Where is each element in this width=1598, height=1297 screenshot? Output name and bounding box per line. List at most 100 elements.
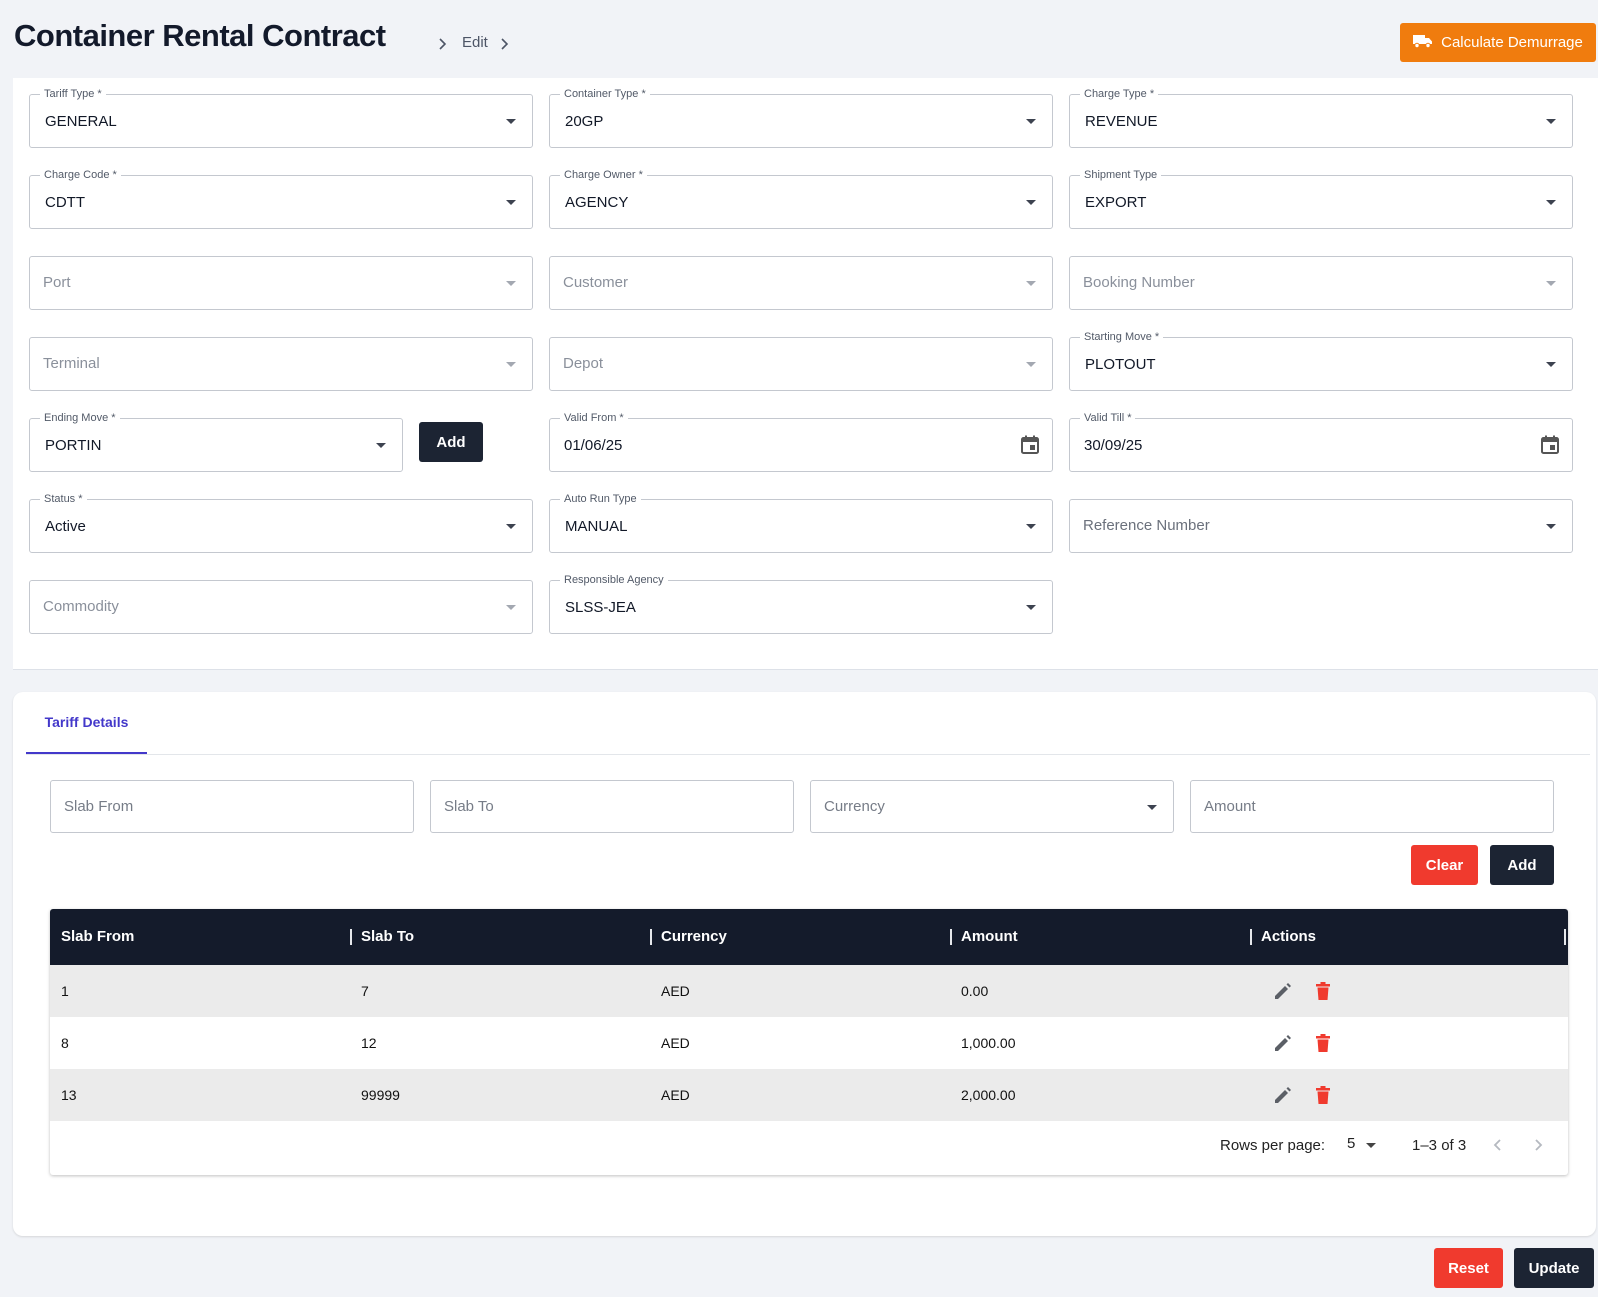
charge-type-select[interactable]: Charge Type * REVENUE: [1069, 86, 1573, 148]
field-label: Valid From *: [560, 410, 628, 426]
commodity-select[interactable]: Commodity: [29, 580, 533, 634]
calculate-demurrage-label: Calculate Demurrage: [1441, 34, 1583, 51]
container-type-select[interactable]: Container Type * 20GP: [549, 86, 1053, 148]
column-header-slab-from: Slab From: [61, 928, 135, 945]
field-placeholder: Currency: [824, 798, 885, 815]
reference-number-select[interactable]: Reference Number: [1069, 499, 1573, 553]
field-placeholder: Amount: [1204, 798, 1256, 815]
calendar-icon[interactable]: [1539, 434, 1561, 456]
dropdown-arrow-icon: [1026, 605, 1036, 610]
shipment-type-select[interactable]: Shipment Type EXPORT: [1069, 167, 1573, 229]
field-value: REVENUE: [1085, 113, 1158, 130]
column-separator[interactable]: [950, 929, 952, 945]
slab-to-input[interactable]: Slab To: [430, 780, 794, 833]
booking-number-select[interactable]: Booking Number: [1069, 256, 1573, 310]
dropdown-arrow-icon[interactable]: [1366, 1143, 1376, 1148]
edit-icon[interactable]: [1272, 1032, 1294, 1054]
field-placeholder: Slab To: [444, 798, 494, 815]
edit-icon[interactable]: [1272, 980, 1294, 1002]
dropdown-arrow-icon: [1546, 281, 1556, 286]
currency-select[interactable]: Currency: [810, 780, 1174, 833]
field-label: Shipment Type: [1080, 167, 1162, 183]
column-header-actions: Actions: [1261, 928, 1317, 945]
field-label: Charge Type *: [1080, 86, 1159, 102]
page-title: Container Rental Contract: [14, 18, 386, 53]
reset-button[interactable]: Reset: [1434, 1248, 1503, 1288]
column-header-slab-to: Slab To: [361, 928, 415, 945]
auto-run-type-select[interactable]: Auto Run Type MANUAL: [549, 491, 1053, 553]
delete-icon[interactable]: [1312, 1032, 1334, 1054]
column-separator[interactable]: [1250, 929, 1252, 945]
calendar-icon[interactable]: [1019, 434, 1041, 456]
cell-currency: AED: [661, 983, 690, 999]
dropdown-arrow-icon: [1026, 119, 1036, 124]
tariff-type-select[interactable]: Tariff Type * GENERAL: [29, 86, 533, 148]
field-value: GENERAL: [45, 113, 117, 130]
field-placeholder: Port: [43, 274, 71, 291]
ending-move-select[interactable]: Ending Move * PORTIN: [29, 410, 403, 472]
dropdown-arrow-icon: [1546, 200, 1556, 205]
column-separator[interactable]: [350, 929, 352, 945]
valid-from-date-input[interactable]: Valid From * 01/06/25: [549, 410, 1053, 472]
add-ending-move-button[interactable]: Add: [419, 422, 483, 462]
tab-divider: [26, 754, 1590, 755]
amount-input[interactable]: Amount: [1190, 780, 1554, 833]
chevron-right-icon[interactable]: [1530, 1137, 1546, 1153]
add-slab-button[interactable]: Add: [1490, 845, 1554, 885]
field-value: PLOTOUT: [1085, 356, 1156, 373]
dropdown-arrow-icon: [1147, 805, 1157, 810]
field-value: 30/09/25: [1084, 437, 1143, 454]
depot-select[interactable]: Depot: [549, 337, 1053, 391]
responsible-agency-select[interactable]: Responsible Agency SLSS-JEA: [549, 572, 1053, 634]
cell-slab-to: 99999: [361, 1087, 400, 1103]
field-label: Ending Move *: [40, 410, 120, 426]
dropdown-arrow-icon: [1026, 362, 1036, 367]
field-value: PORTIN: [45, 437, 102, 454]
breadcrumb-edit[interactable]: Edit: [462, 34, 488, 51]
dropdown-arrow-icon: [506, 119, 516, 124]
field-label: Valid Till *: [1080, 410, 1136, 426]
rows-per-page-select[interactable]: 5: [1347, 1135, 1355, 1152]
pagination-range: 1–3 of 3: [1412, 1137, 1467, 1154]
edit-icon[interactable]: [1272, 1084, 1294, 1106]
truck-icon: [1413, 33, 1433, 53]
field-placeholder: Reference Number: [1083, 517, 1210, 534]
tab-tariff-details[interactable]: Tariff Details: [26, 692, 147, 754]
slab-from-input[interactable]: Slab From: [50, 780, 414, 833]
dropdown-arrow-icon: [506, 362, 516, 367]
column-separator[interactable]: [1564, 929, 1566, 945]
field-label: Starting Move *: [1080, 329, 1164, 345]
cell-slab-to: 7: [361, 983, 369, 999]
table-row: 8 12 AED 1,000.00: [50, 1017, 1568, 1069]
charge-owner-select[interactable]: Charge Owner * AGENCY: [549, 167, 1053, 229]
clear-button[interactable]: Clear: [1411, 845, 1478, 885]
update-button[interactable]: Update: [1514, 1248, 1594, 1288]
field-value: 01/06/25: [564, 437, 623, 454]
port-select[interactable]: Port: [29, 256, 533, 310]
status-select[interactable]: Status * Active: [29, 491, 533, 553]
field-label: Tariff Type *: [40, 86, 106, 102]
table-row: 13 99999 AED 2,000.00: [50, 1069, 1568, 1121]
delete-icon[interactable]: [1312, 1084, 1334, 1106]
valid-till-date-input[interactable]: Valid Till * 30/09/25: [1069, 410, 1573, 472]
calculate-demurrage-button[interactable]: Calculate Demurrage: [1400, 23, 1596, 62]
field-label: Charge Code *: [40, 167, 121, 183]
column-separator[interactable]: [650, 929, 652, 945]
field-label: Responsible Agency: [560, 572, 668, 588]
cell-slab-to: 12: [361, 1035, 377, 1051]
field-placeholder: Depot: [563, 355, 604, 372]
table-header: Slab From Slab To Currency Amount Action…: [50, 909, 1568, 965]
chevron-left-icon[interactable]: [1490, 1137, 1506, 1153]
table-pagination: Rows per page: 5 1–3 of 3: [50, 1117, 1568, 1175]
customer-select[interactable]: Customer: [549, 256, 1053, 310]
field-value: EXPORT: [1085, 194, 1147, 211]
starting-move-select[interactable]: Starting Move * PLOTOUT: [1069, 329, 1573, 391]
field-placeholder: Customer: [563, 274, 629, 291]
terminal-select[interactable]: Terminal: [29, 337, 533, 391]
field-label: Container Type *: [560, 86, 650, 102]
column-header-amount: Amount: [961, 928, 1018, 945]
field-value: Active: [45, 518, 86, 535]
charge-code-select[interactable]: Charge Code * CDTT: [29, 167, 533, 229]
field-placeholder: Booking Number: [1083, 274, 1195, 291]
delete-icon[interactable]: [1312, 980, 1334, 1002]
